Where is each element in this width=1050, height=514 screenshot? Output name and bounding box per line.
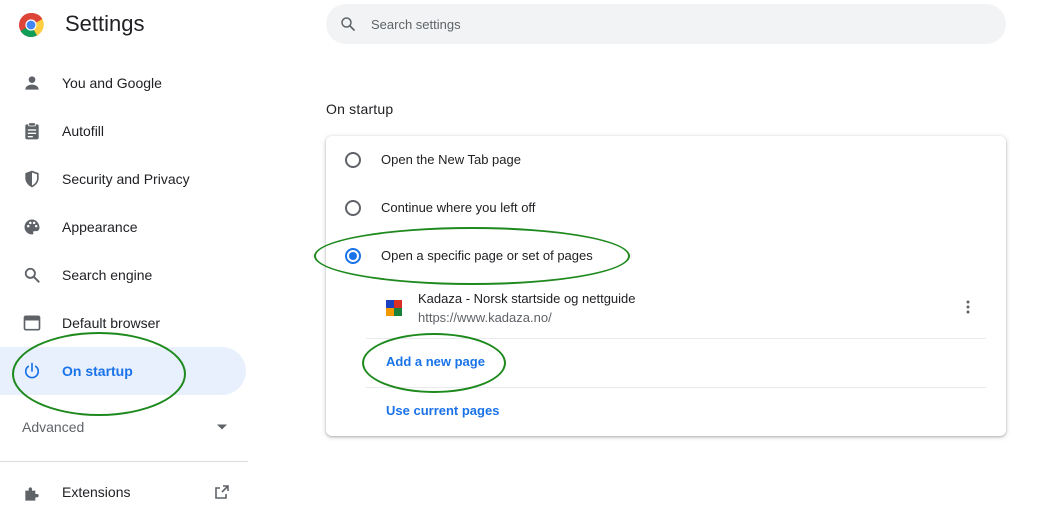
sidebar-item-extensions[interactable]: Extensions — [0, 474, 246, 514]
radio-button[interactable] — [345, 200, 361, 216]
search-input[interactable] — [371, 4, 971, 44]
startup-page-entry: Kadaza - Norsk startside og nettguide ht… — [326, 286, 1006, 338]
sidebar-item-label: Security and Privacy — [62, 171, 190, 187]
sidebar-item-you-and-google[interactable]: You and Google — [0, 59, 246, 107]
radio-button[interactable] — [345, 152, 361, 168]
radio-button-checked[interactable] — [345, 248, 361, 264]
sidebar-item-label: Extensions — [62, 484, 131, 500]
arrow-down-icon — [217, 424, 227, 430]
sidebar-item-label: Autofill — [62, 123, 105, 139]
sidebar-divider — [0, 461, 248, 462]
sidebar-item-default-browser[interactable]: Default browser — [0, 299, 246, 347]
sidebar-item-label: Appearance — [62, 219, 138, 235]
page-title: Settings — [65, 11, 145, 36]
kadaza-favicon-icon — [386, 300, 402, 316]
power-icon — [24, 362, 40, 379]
radio-option-continue[interactable]: Continue where you left off — [326, 184, 1006, 232]
radio-option-new-tab[interactable]: Open the New Tab page — [326, 136, 1006, 184]
page-name: Kadaza - Norsk startside og nettguide — [418, 291, 636, 306]
radio-option-specific-pages[interactable]: Open a specific page or set of pages — [326, 232, 1006, 280]
advanced-toggle[interactable]: Advanced — [0, 404, 246, 450]
sidebar-item-on-startup[interactable]: On startup — [0, 347, 246, 395]
radio-label: Open the New Tab page — [381, 152, 521, 167]
open-in-new-icon — [215, 485, 229, 499]
section-title: On startup — [326, 101, 394, 117]
more-vert-icon[interactable] — [960, 299, 976, 315]
sidebar-item-label: Default browser — [62, 315, 161, 331]
search-bar[interactable] — [326, 4, 1006, 44]
puzzle-icon — [25, 487, 39, 501]
sidebar-item-autofill[interactable]: Autofill — [0, 107, 246, 155]
sidebar-item-label: Search engine — [62, 267, 153, 283]
use-current-pages-link[interactable]: Use current pages — [386, 387, 499, 435]
sidebar-item-label: You and Google — [62, 75, 162, 91]
shield-icon — [25, 170, 39, 188]
sidebar-item-appearance[interactable]: Appearance — [0, 203, 246, 251]
add-new-page-link[interactable]: Add a new page — [386, 338, 485, 386]
browser-window-icon — [23, 315, 41, 331]
sidebar-item-search-engine[interactable]: Search engine — [0, 251, 246, 299]
sidebar-item-security-and-privacy[interactable]: Security and Privacy — [0, 155, 246, 203]
radio-label: Continue where you left off — [381, 200, 536, 215]
advanced-label: Advanced — [22, 419, 85, 435]
page-url: https://www.kadaza.no/ — [418, 310, 552, 325]
radio-label: Open a specific page or set of pages — [381, 248, 593, 263]
palette-icon — [24, 219, 40, 235]
chrome-logo-icon — [19, 12, 44, 38]
search-icon — [341, 17, 355, 31]
sidebar-item-label: On startup — [62, 363, 133, 379]
clipboard-icon — [25, 122, 39, 140]
search-icon — [24, 267, 40, 283]
person-icon — [25, 76, 39, 90]
startup-options-card: Open the New Tab page Continue where you… — [326, 136, 1006, 436]
